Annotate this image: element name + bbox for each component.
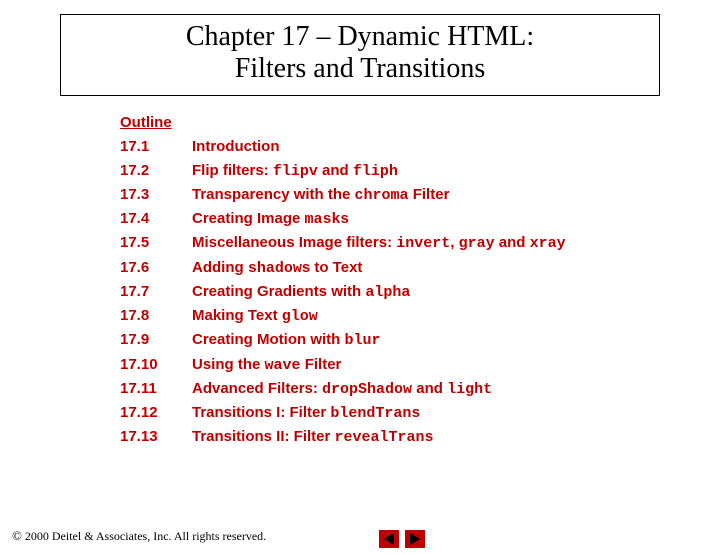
text-span: Transitions I: Filter	[192, 404, 330, 421]
text-span: and	[318, 162, 353, 179]
text-span: Filter	[301, 356, 342, 373]
outline-number: 17.3	[120, 183, 192, 207]
outline-number: 17.10	[120, 353, 192, 377]
outline-text: Advanced Filters: dropShadow and light	[192, 377, 680, 401]
code-keyword: glow	[282, 308, 318, 325]
outline-text: Using the wave Filter	[192, 353, 680, 377]
outline-row: 17.3Transparency with the chroma Filter	[120, 183, 680, 207]
title-line-1: Chapter 17 – Dynamic HTML:	[71, 21, 649, 53]
code-keyword: revealTrans	[335, 429, 434, 446]
outline-text: Creating Image masks	[192, 207, 680, 231]
outline-row: 17.9Creating Motion with blur	[120, 328, 680, 352]
code-keyword: shadow	[248, 260, 302, 277]
outline-number: 17.9	[120, 328, 192, 352]
text-span: Adding	[192, 259, 248, 276]
outline-number: 17.13	[120, 425, 192, 449]
chapter-title-box: Chapter 17 – Dynamic HTML: Filters and T…	[60, 14, 660, 96]
outline-number: 17.7	[120, 280, 192, 304]
outline-text: Creating Gradients with alpha	[192, 280, 680, 304]
code-keyword: chroma	[355, 187, 409, 204]
text-span: Making Text	[192, 307, 282, 324]
outline-number: 17.4	[120, 207, 192, 231]
outline-text: Transitions II: Filter revealTrans	[192, 425, 680, 449]
prev-slide-button[interactable]	[379, 530, 399, 548]
text-span: Miscellaneous Image filters:	[192, 234, 396, 251]
outline-number: 17.5	[120, 231, 192, 255]
outline-number: 17.2	[120, 159, 192, 183]
outline-row: 17.11Advanced Filters: dropShadow and li…	[120, 377, 680, 401]
code-keyword: invert	[396, 235, 450, 252]
text-span: ,	[450, 234, 458, 251]
text-span: Advanced Filters:	[192, 380, 322, 397]
outline-text: Miscellaneous Image filters: invert, gra…	[192, 231, 680, 255]
outline-text: Transparency with the chroma Filter	[192, 183, 680, 207]
outline-row: 17.8Making Text glow	[120, 304, 680, 328]
outline-number: 17.11	[120, 377, 192, 401]
code-keyword: blur	[344, 332, 380, 349]
footer: © 2000 Deitel & Associates, Inc. All rig…	[12, 528, 708, 544]
outline-row: 17.1Introduction	[120, 135, 680, 158]
code-keyword: blendTrans	[330, 405, 420, 422]
code-keyword: flipv	[273, 163, 318, 180]
text-span: and	[412, 380, 447, 397]
text-span: s to Text	[302, 259, 363, 276]
slide-nav	[379, 530, 425, 548]
text-span: Creating Image	[192, 210, 305, 227]
code-keyword: gray	[459, 235, 495, 252]
text-span: s	[341, 210, 349, 227]
outline-text: Making Text glow	[192, 304, 680, 328]
text-span: Transparency with the	[192, 186, 355, 203]
title-line-2: Filters and Transitions	[71, 53, 649, 85]
outline-text: Flip filters: flipv and fliph	[192, 159, 680, 183]
outline-row: 17.10Using the wave Filter	[120, 353, 680, 377]
outline-row: 17.2Flip filters: flipv and fliph	[120, 159, 680, 183]
code-keyword: wave	[265, 357, 301, 374]
text-span: and	[495, 234, 530, 251]
text-span: Flip filters:	[192, 162, 273, 179]
text-span: Introduction	[192, 138, 279, 155]
text-span: Creating Motion with	[192, 331, 344, 348]
outline-row: 17.5Miscellaneous Image filters: invert,…	[120, 231, 680, 255]
text-span: Creating Gradients with	[192, 283, 365, 300]
outline-number: 17.12	[120, 401, 192, 425]
text-span: Filter	[409, 186, 450, 203]
outline-section: Outline 17.1Introduction17.2Flip filters…	[120, 114, 680, 449]
outline-number: 17.1	[120, 135, 192, 158]
code-keyword: xray	[530, 235, 566, 252]
outline-number: 17.8	[120, 304, 192, 328]
outline-text: Introduction	[192, 135, 680, 158]
copyright-icon: ©	[12, 528, 22, 544]
outline-row: 17.4Creating Image masks	[120, 207, 680, 231]
code-keyword: mask	[305, 211, 341, 228]
outline-text: Creating Motion with blur	[192, 328, 680, 352]
outline-number: 17.6	[120, 256, 192, 280]
text-span: Transitions II: Filter	[192, 428, 335, 445]
code-keyword: alpha	[365, 284, 410, 301]
outline-row: 17.6Adding shadows to Text	[120, 256, 680, 280]
code-keyword: light	[447, 381, 492, 398]
copyright-text: 2000 Deitel & Associates, Inc. All right…	[25, 529, 266, 544]
outline-row: 17.7Creating Gradients with alpha	[120, 280, 680, 304]
outline-row: 17.13Transitions II: Filter revealTrans	[120, 425, 680, 449]
outline-text: Transitions I: Filter blendTrans	[192, 401, 680, 425]
text-span: Using the	[192, 356, 265, 373]
code-keyword: fliph	[353, 163, 398, 180]
code-keyword: dropShadow	[322, 381, 412, 398]
outline-row: 17.12Transitions I: Filter blendTrans	[120, 401, 680, 425]
outline-heading: Outline	[120, 114, 680, 131]
outline-text: Adding shadows to Text	[192, 256, 680, 280]
next-slide-button[interactable]	[405, 530, 425, 548]
